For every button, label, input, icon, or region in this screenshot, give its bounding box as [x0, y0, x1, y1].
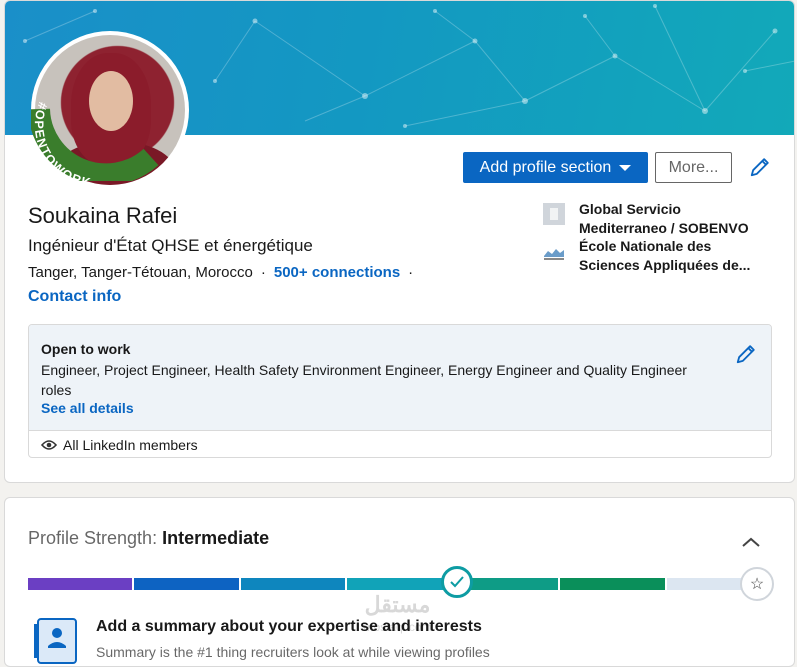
checkmark-icon [441, 566, 473, 598]
experience-item-school[interactable]: École Nationale des Sciences Appliquées … [543, 237, 759, 275]
school-logo-icon [543, 240, 565, 262]
caret-down-icon [619, 164, 632, 171]
location-row: Tanger, Tanger-Tétouan, Morocco · 500+ con… [28, 264, 414, 281]
more-button[interactable]: More... [655, 152, 732, 183]
eye-icon [41, 440, 57, 450]
connections-link[interactable]: 500+ connections [274, 264, 400, 281]
suggestion-title[interactable]: Add a summary about your expertise and i… [96, 618, 482, 636]
pencil-icon[interactable] [749, 156, 771, 178]
profile-headline: Ingénieur d'État QHSE et énergétique [28, 236, 313, 255]
experience-company-label: Global Servicio Mediterraneo / SOBENVO [579, 201, 749, 236]
visibility-row: All LinkedIn members [41, 437, 198, 453]
star-icon: ☆ [740, 567, 774, 601]
add-profile-section-button[interactable]: Add profile section [463, 152, 648, 183]
pencil-icon[interactable] [735, 343, 757, 365]
profile-strength-label: Profile Strength: [28, 528, 158, 548]
open-to-work-title: Open to work [41, 341, 131, 357]
see-all-details-link[interactable]: See all details [41, 400, 134, 416]
contact-info-link[interactable]: Contact info [28, 288, 121, 306]
open-to-work-roles: Engineer, Project Engineer, Health Safet… [41, 362, 687, 398]
experience-school-label: École Nationale des Sciences Appliquées … [579, 238, 751, 273]
strength-meter-segment [134, 578, 239, 590]
add-profile-section-label: Add profile section [479, 158, 612, 176]
open-to-work-summary: Open to work Engineer, Project Engineer,… [29, 325, 771, 431]
profile-location: Tanger, Tanger-Tétouan, Morocco [28, 264, 253, 281]
experience-item-company[interactable]: Global Servicio Mediterraneo / SOBENVO [543, 200, 759, 238]
profile-card-icon [34, 618, 77, 664]
profile-photo[interactable]: #OPENTOWORK [31, 31, 189, 189]
suggestion-subtitle: Summary is the #1 thing recruiters look … [96, 644, 490, 660]
strength-meter-segment [560, 578, 665, 590]
chevron-up-icon[interactable] [741, 536, 761, 548]
open-to-work-frame: #OPENTOWORK [31, 100, 159, 181]
visibility-label: All LinkedIn members [63, 437, 198, 453]
profile-strength-card: Profile Strength: Intermediate ☆ مستقل m… [4, 497, 795, 667]
profile-name: Soukaina Rafei [28, 203, 178, 228]
strength-meter-segment [28, 578, 133, 590]
strength-meter-segment [240, 578, 346, 590]
profile-strength-level: Intermediate [162, 528, 270, 548]
profile-strength-title: Profile Strength: Intermediate [28, 528, 269, 549]
watermark-arabic: مستقل [364, 592, 431, 617]
open-to-work-box: Open to work Engineer, Project Engineer,… [28, 324, 772, 458]
profile-card: #OPENTOWORK Add profile section More... … [4, 0, 795, 483]
strength-meter-segment [347, 578, 452, 590]
company-logo-icon [543, 203, 565, 225]
